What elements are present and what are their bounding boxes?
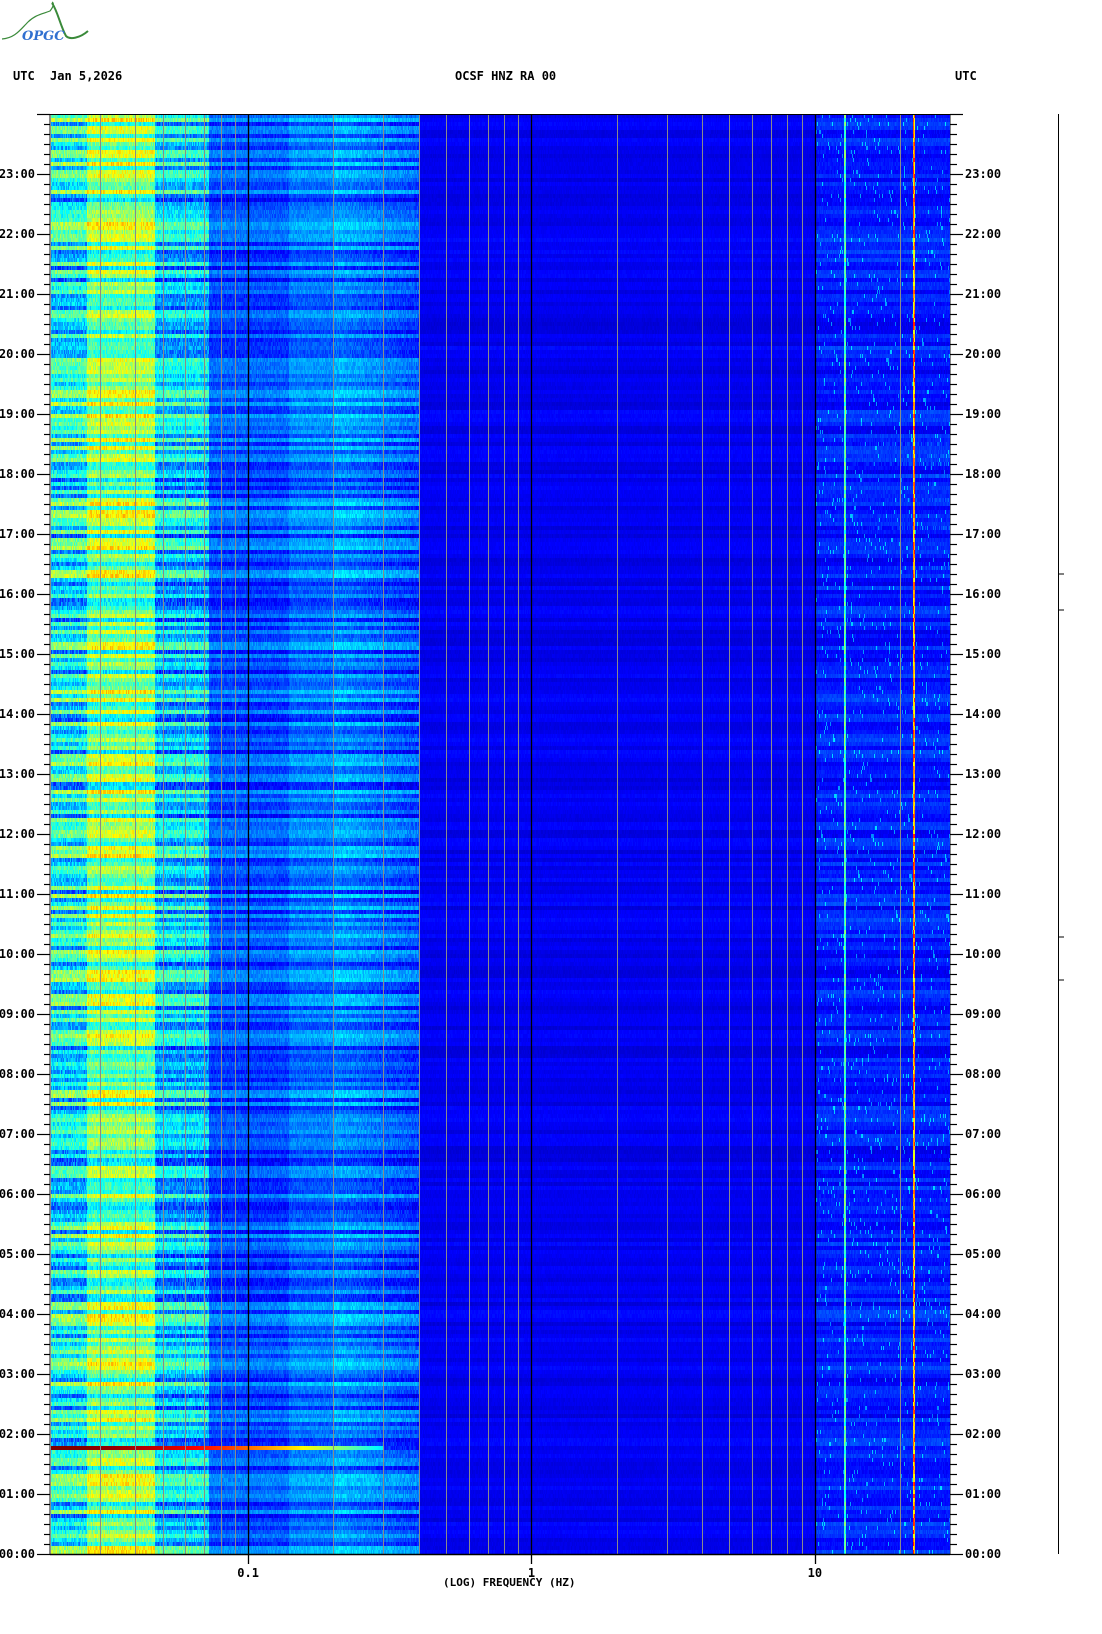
y-tick-label-left: 11:00 [0, 887, 35, 901]
y-tick-label-right: 16:00 [965, 587, 1002, 601]
y-tick-label-left: 06:00 [0, 1187, 35, 1201]
y-tick-label-right: 01:00 [965, 1487, 1002, 1501]
y-tick-label-left: 01:00 [0, 1487, 35, 1501]
y-tick-label-left: 03:00 [0, 1367, 35, 1381]
y-tick-label-left: 08:00 [0, 1067, 35, 1081]
y-tick-label-right: 05:00 [965, 1247, 1002, 1261]
y-tick-label-right: 19:00 [965, 407, 1002, 421]
y-tick-label-left: 00:00 [0, 1547, 35, 1561]
y-tick-label-left: 09:00 [0, 1007, 35, 1021]
y-tick-label-right: 02:00 [965, 1427, 1002, 1441]
y-tick-label-left: 12:00 [0, 827, 35, 841]
y-tick-label-left: 23:00 [0, 167, 35, 181]
y-tick-label-right: 09:00 [965, 1007, 1002, 1021]
y-tick-label-right: 15:00 [965, 647, 1002, 661]
y-tick-label-right: 11:00 [965, 887, 1002, 901]
y-tick-label-right: 07:00 [965, 1127, 1002, 1141]
y-tick-label-left: 16:00 [0, 587, 35, 601]
y-tick-label-right: 22:00 [965, 227, 1002, 241]
y-tick-label-right: 03:00 [965, 1367, 1002, 1381]
y-tick-label-right: 23:00 [965, 167, 1002, 181]
x-tick-label: 10 [807, 1566, 823, 1580]
y-tick-label-right: 13:00 [965, 767, 1002, 781]
y-tick-label-right: 18:00 [965, 467, 1002, 481]
x-tick-label: 0.1 [237, 1566, 259, 1580]
y-tick-label-left: 13:00 [0, 767, 35, 781]
y-tick-label-left: 17:00 [0, 527, 35, 541]
y-tick-label-right: 17:00 [965, 527, 1002, 541]
y-tick-label-right: 00:00 [965, 1547, 1002, 1561]
y-tick-label-left: 10:00 [0, 947, 35, 961]
chart-axes [37, 113, 1064, 1564]
y-tick-label-left: 15:00 [0, 647, 35, 661]
y-tick-label-right: 12:00 [965, 827, 1002, 841]
y-tick-label-right: 04:00 [965, 1307, 1002, 1321]
y-tick-label-right: 10:00 [965, 947, 1002, 961]
y-tick-label-left: 19:00 [0, 407, 35, 421]
y-tick-label-left: 04:00 [0, 1307, 35, 1321]
y-tick-label-right: 08:00 [965, 1067, 1002, 1081]
y-tick-label-left: 14:00 [0, 707, 35, 721]
y-tick-label-left: 20:00 [0, 347, 35, 361]
y-tick-label-left: 02:00 [0, 1427, 35, 1441]
y-tick-label-left: 21:00 [0, 287, 35, 301]
y-tick-label-left: 22:00 [0, 227, 35, 241]
y-tick-label-right: 20:00 [965, 347, 1002, 361]
y-tick-label-left: 07:00 [0, 1127, 35, 1141]
y-tick-label-left: 18:00 [0, 467, 35, 481]
x-axis-label: (LOG) FREQUENCY (HZ) [443, 1576, 576, 1589]
y-tick-label-right: 14:00 [965, 707, 1002, 721]
y-tick-label-right: 06:00 [965, 1187, 1002, 1201]
y-tick-label-left: 05:00 [0, 1247, 35, 1261]
y-tick-label-right: 21:00 [965, 287, 1002, 301]
